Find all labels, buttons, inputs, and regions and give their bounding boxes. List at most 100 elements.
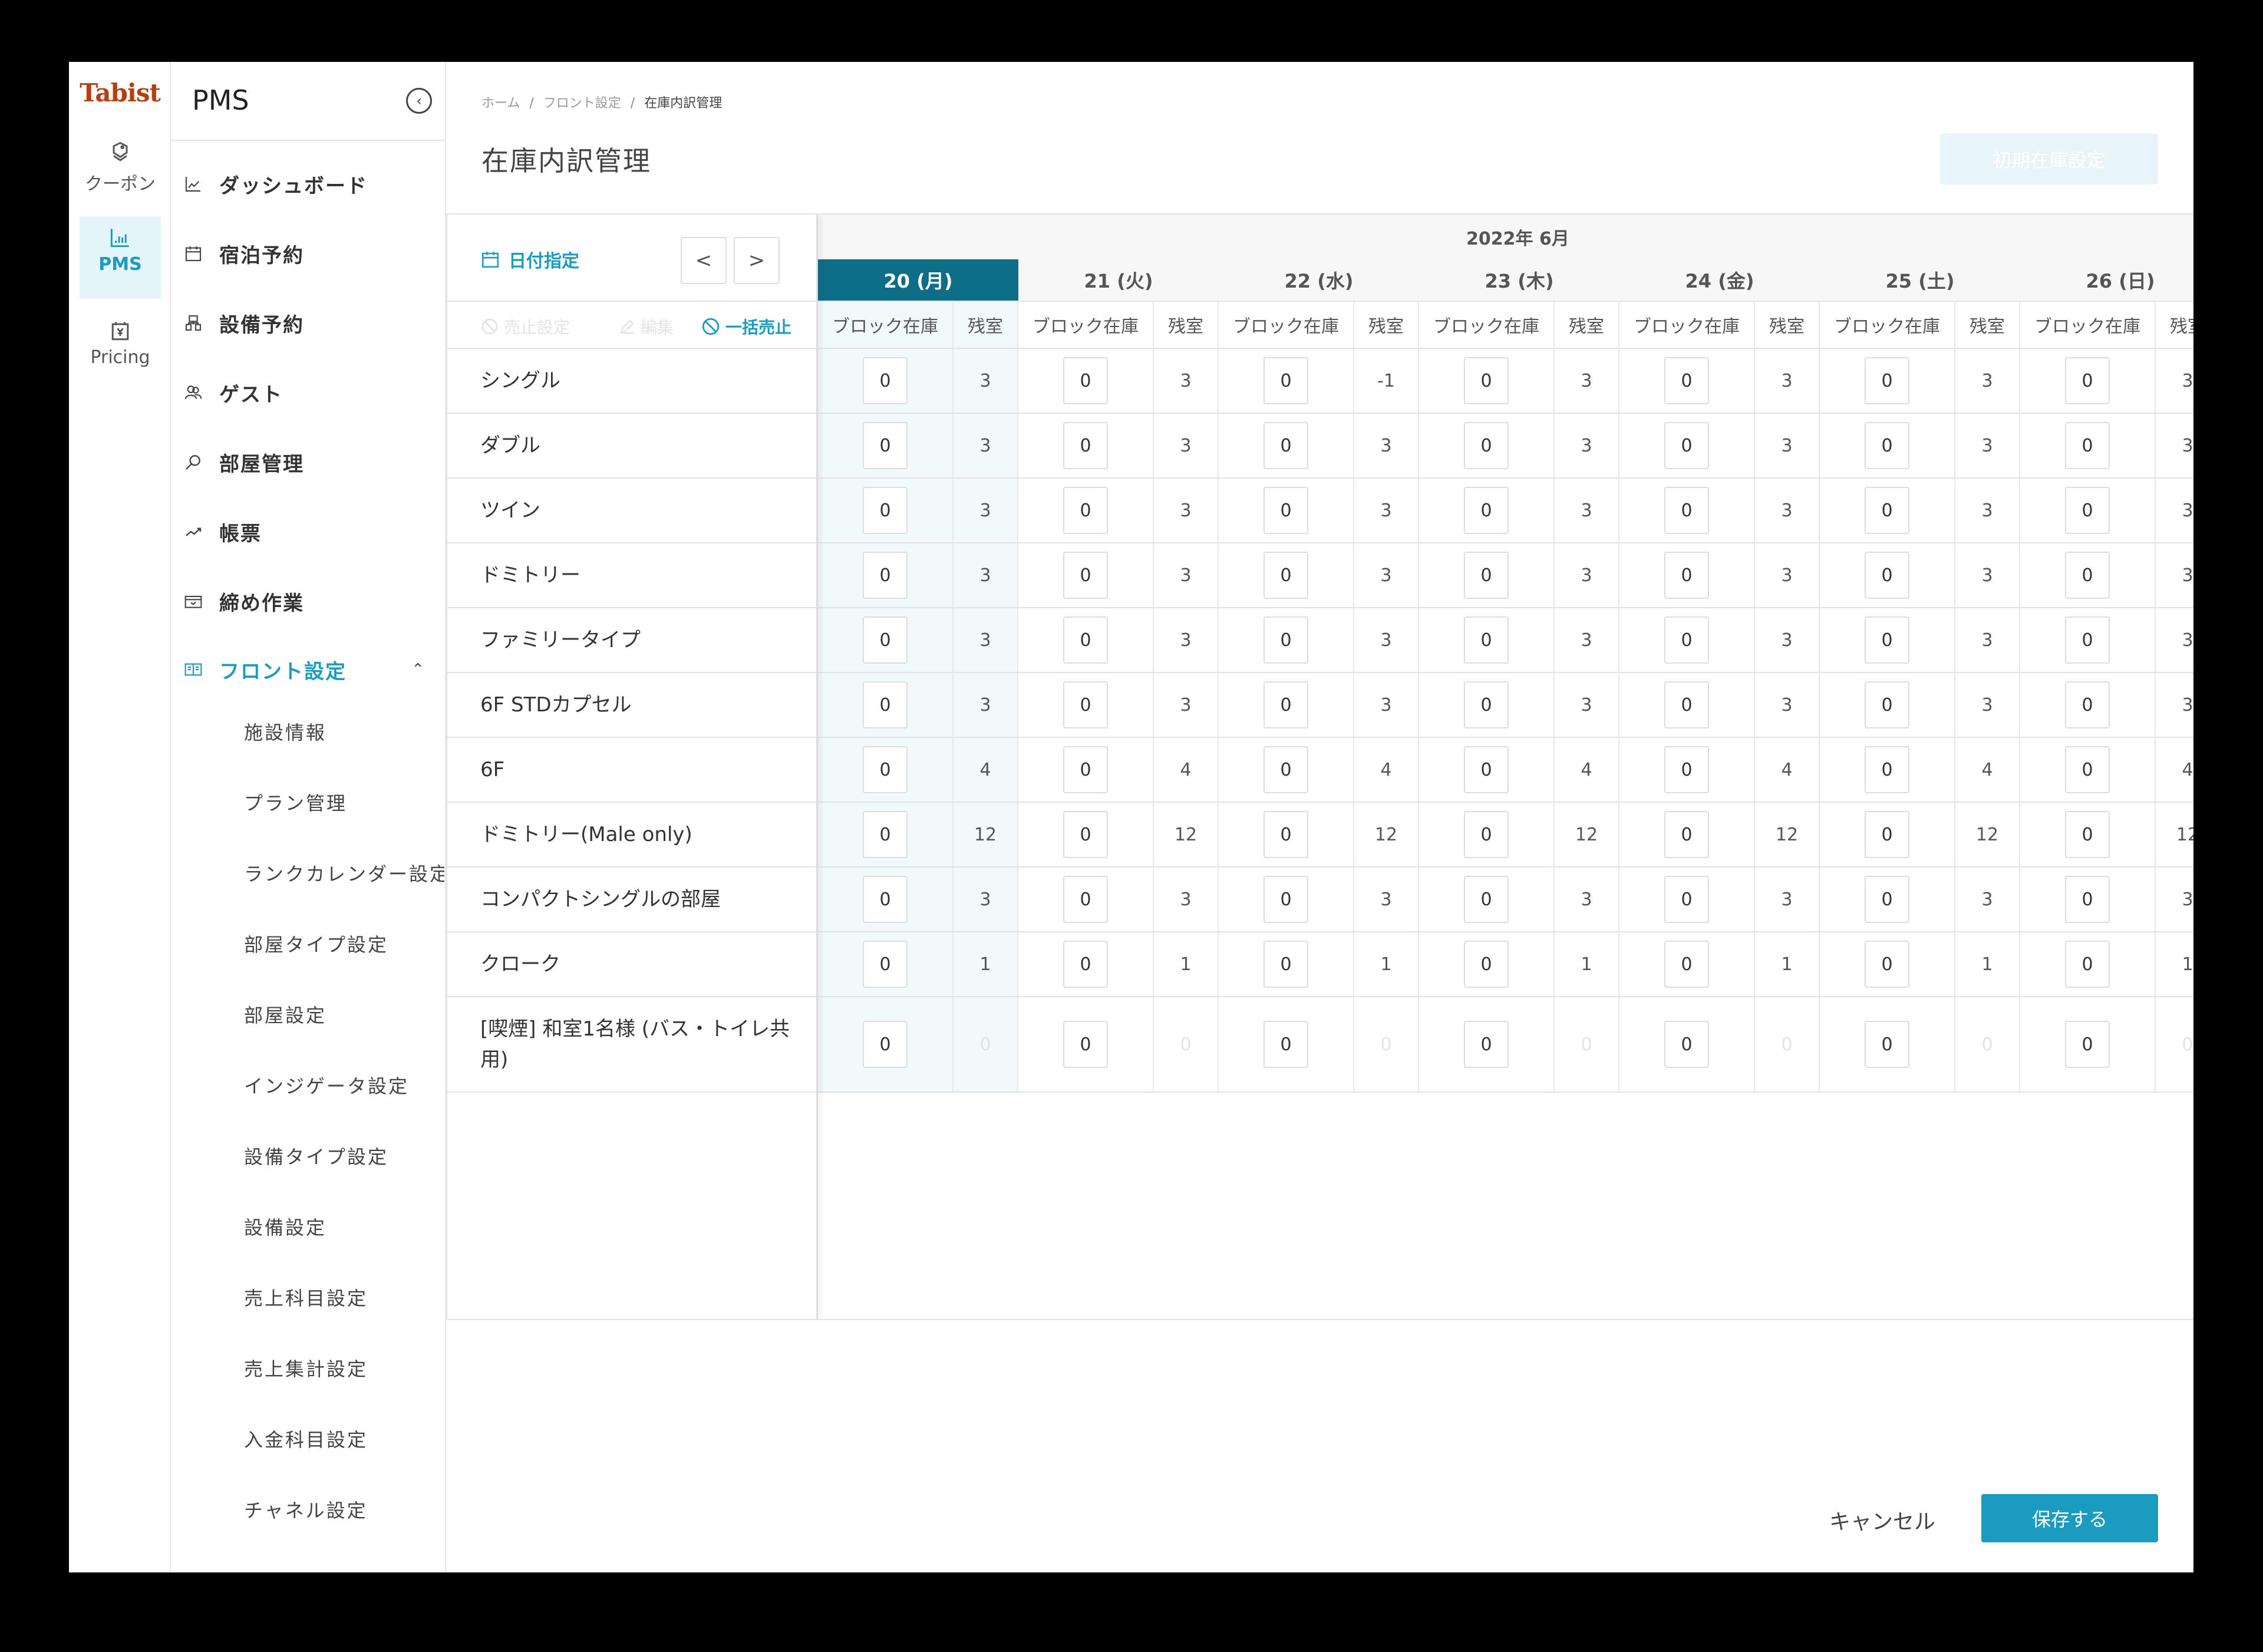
block-inventory-input[interactable]	[2065, 1021, 2110, 1068]
block-inventory-input[interactable]	[1664, 552, 1709, 599]
breadcrumb-front-settings[interactable]: フロント設定	[543, 96, 621, 111]
block-inventory-input[interactable]	[1264, 1021, 1308, 1068]
block-inventory-input[interactable]	[1464, 422, 1509, 469]
block-inventory-input[interactable]	[1264, 616, 1308, 664]
day-header[interactable]: 21 (火)	[1018, 259, 1219, 301]
nav-item-front-settings[interactable]: フロント設定 ⌃	[182, 646, 435, 693]
block-inventory-input[interactable]	[1664, 616, 1709, 664]
block-inventory-input[interactable]	[1464, 681, 1509, 728]
block-inventory-input[interactable]	[1464, 941, 1509, 988]
sub-item-payment-account-settings[interactable]: 入金科目設定	[244, 1425, 444, 1452]
block-inventory-input[interactable]	[1063, 681, 1108, 728]
block-inventory-input[interactable]	[1464, 357, 1509, 404]
next-period-button[interactable]: >	[734, 237, 780, 284]
sub-item-sales-account-settings[interactable]: 売上科目設定	[244, 1284, 444, 1311]
block-inventory-input[interactable]	[1664, 681, 1709, 728]
block-inventory-input[interactable]	[1464, 746, 1509, 793]
nav-item-closing[interactable]: 締め作業	[182, 578, 435, 625]
block-inventory-input[interactable]	[863, 746, 908, 793]
rail-item-pricing[interactable]: Pricing	[80, 309, 161, 392]
block-inventory-input[interactable]	[863, 811, 908, 858]
block-inventory-input[interactable]	[2065, 811, 2110, 858]
block-inventory-input[interactable]	[863, 487, 908, 534]
block-inventory-input[interactable]	[1063, 552, 1108, 599]
block-inventory-input[interactable]	[2065, 422, 2110, 469]
stop-setting-button[interactable]: 売止設定	[480, 315, 570, 338]
block-inventory-input[interactable]	[2065, 552, 2110, 599]
sub-item-channel-settings[interactable]: チャネル設定	[244, 1496, 444, 1523]
sub-item-plan-management[interactable]: プラン管理	[244, 789, 444, 816]
block-inventory-input[interactable]	[863, 941, 908, 988]
save-button[interactable]: 保存する	[1981, 1494, 2158, 1542]
rail-item-coupon[interactable]: クーポン	[80, 131, 161, 214]
block-inventory-input[interactable]	[863, 876, 908, 923]
block-inventory-input[interactable]	[1063, 746, 1108, 793]
block-inventory-input[interactable]	[1664, 1021, 1709, 1068]
cancel-button[interactable]: キャンセル	[1829, 1505, 1935, 1535]
block-inventory-input[interactable]	[2065, 357, 2110, 404]
nav-item-reservations[interactable]: 宿泊予約	[182, 230, 435, 277]
day-header[interactable]: 26 (日)	[2020, 259, 2193, 301]
block-inventory-input[interactable]	[1664, 487, 1709, 534]
block-inventory-input[interactable]	[1664, 811, 1709, 858]
date-pick-button[interactable]: 日付指定	[480, 246, 579, 272]
block-inventory-input[interactable]	[1664, 746, 1709, 793]
block-inventory-input[interactable]	[1063, 1021, 1108, 1068]
block-inventory-input[interactable]	[1865, 616, 1909, 664]
block-inventory-input[interactable]	[2065, 487, 2110, 534]
nav-item-rooms[interactable]: 部屋管理	[182, 438, 435, 486]
nav-item-facility-booking[interactable]: 設備予約	[182, 299, 435, 347]
prev-period-button[interactable]: <	[681, 237, 727, 284]
block-inventory-input[interactable]	[1464, 552, 1509, 599]
block-inventory-input[interactable]	[1464, 811, 1509, 858]
bulk-stop-button[interactable]: 一括売止	[701, 315, 791, 338]
block-inventory-input[interactable]	[1063, 876, 1108, 923]
sub-item-room-type-settings[interactable]: 部屋タイプ設定	[244, 930, 444, 957]
sub-item-sales-summary-settings[interactable]: 売上集計設定	[244, 1354, 444, 1381]
block-inventory-input[interactable]	[1664, 422, 1709, 469]
block-inventory-input[interactable]	[1865, 1021, 1909, 1068]
block-inventory-input[interactable]	[1664, 357, 1709, 404]
sub-item-facility-info[interactable]: 施設情報	[244, 718, 444, 745]
day-header[interactable]: 25 (土)	[1820, 259, 2020, 301]
block-inventory-input[interactable]	[1865, 746, 1909, 793]
day-header[interactable]: 22 (水)	[1219, 259, 1419, 301]
block-inventory-input[interactable]	[1464, 876, 1509, 923]
block-inventory-input[interactable]	[1865, 552, 1909, 599]
block-inventory-input[interactable]	[1865, 876, 1909, 923]
block-inventory-input[interactable]	[863, 681, 908, 728]
block-inventory-input[interactable]	[1865, 811, 1909, 858]
block-inventory-input[interactable]	[1063, 487, 1108, 534]
block-inventory-input[interactable]	[1264, 941, 1308, 988]
rail-item-pms[interactable]: PMS	[80, 216, 161, 299]
day-header[interactable]: 23 (木)	[1419, 259, 1619, 301]
block-inventory-input[interactable]	[1063, 941, 1108, 988]
collapse-sidebar-button[interactable]: ‹	[406, 88, 432, 114]
block-inventory-input[interactable]	[2065, 941, 2110, 988]
block-inventory-input[interactable]	[1063, 357, 1108, 404]
block-inventory-input[interactable]	[1264, 681, 1308, 728]
initial-inventory-button[interactable]: 初期在庫設定	[1940, 134, 2158, 184]
block-inventory-input[interactable]	[863, 422, 908, 469]
block-inventory-input[interactable]	[1865, 357, 1909, 404]
block-inventory-input[interactable]	[863, 616, 908, 664]
block-inventory-input[interactable]	[2065, 681, 2110, 728]
sub-item-facility-type-settings[interactable]: 設備タイプ設定	[244, 1142, 444, 1169]
block-inventory-input[interactable]	[1865, 422, 1909, 469]
block-inventory-input[interactable]	[1865, 487, 1909, 534]
block-inventory-input[interactable]	[1865, 681, 1909, 728]
block-inventory-input[interactable]	[1865, 941, 1909, 988]
block-inventory-input[interactable]	[863, 357, 908, 404]
breadcrumb-home[interactable]: ホーム	[481, 96, 520, 111]
block-inventory-input[interactable]	[1264, 552, 1308, 599]
nav-item-dashboard[interactable]: ダッシュボード	[182, 160, 435, 207]
block-inventory-input[interactable]	[863, 552, 908, 599]
block-inventory-input[interactable]	[1264, 876, 1308, 923]
edit-button[interactable]: 編集	[618, 315, 674, 338]
sub-item-indicator-settings[interactable]: インジゲータ設定	[244, 1071, 444, 1099]
block-inventory-input[interactable]	[1464, 1021, 1509, 1068]
block-inventory-input[interactable]	[1264, 487, 1308, 534]
block-inventory-input[interactable]	[1464, 616, 1509, 664]
sub-item-rank-calendar[interactable]: ランクカレンダー設定	[244, 859, 444, 886]
block-inventory-input[interactable]	[1264, 746, 1308, 793]
